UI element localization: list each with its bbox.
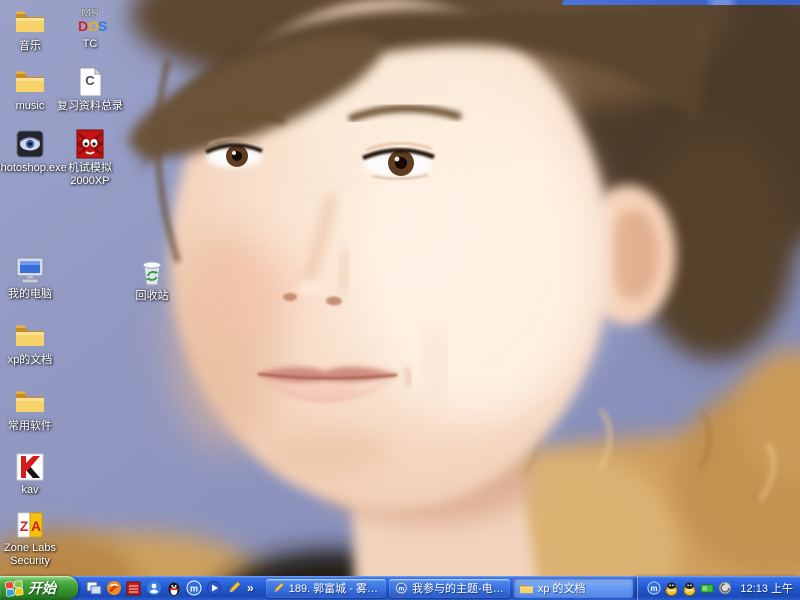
maxthon-icon[interactable]: m [185, 580, 202, 597]
folder-icon [14, 66, 46, 98]
msdos-s-text: S [98, 18, 107, 34]
penguin-tray-icon[interactable] [682, 581, 697, 596]
zone-a-text: A [31, 518, 41, 534]
tray-clock[interactable]: 12:13 上午 [740, 580, 793, 596]
folder-icon [14, 320, 46, 352]
maxthon-letter-text: m [651, 584, 658, 593]
pencil-icon[interactable] [225, 580, 242, 597]
task-button-area: 189. 郭富城 - 雾里... m 我参与的主题-电脑... xp 的文档 [262, 576, 638, 600]
foxmail-icon[interactable] [105, 580, 122, 597]
desktop-icon-recycle-bin[interactable]: 回收站 [120, 254, 184, 303]
maxthon-tray-icon[interactable]: m [647, 581, 661, 595]
desktop-icon-label: Zone Labs Security [0, 542, 62, 567]
qq-icon[interactable] [165, 580, 182, 597]
desktop-icon-label: 机试模拟2000XP [58, 162, 122, 187]
exam-simulator-icon [74, 128, 106, 160]
document-c-icon: C [76, 66, 104, 98]
show-desktop-icon[interactable] [85, 580, 102, 597]
msdos-icon: MS D O S [73, 4, 107, 36]
desktop-icon-label: 回收站 [120, 290, 184, 303]
folder-icon [519, 582, 534, 595]
system-tray: m 12:13 上午 [637, 576, 800, 600]
desktop-icon-label: 复习资料总录 [48, 100, 132, 113]
pencil-icon [272, 581, 285, 595]
svg-text:m: m [399, 585, 405, 592]
desktop-icon-label: TC [58, 38, 122, 51]
desktop-icon-review-notes[interactable]: C 复习资料总录 [48, 64, 132, 113]
offscreen-window-edge [562, 0, 800, 5]
penguin-tray-icon[interactable] [664, 581, 679, 596]
desktop-icon-exam-simulator[interactable]: 机试模拟2000XP [58, 126, 122, 187]
desktop-icon-label: xp的文档 [0, 354, 62, 367]
task-button-label: xp 的文档 [538, 580, 586, 596]
quick-launch-overflow-chevron[interactable]: » [245, 581, 256, 595]
msn-messenger-icon[interactable] [145, 580, 162, 597]
zonealarm-icon: Z A [15, 510, 45, 540]
desktop-icon-label: 音乐 [0, 40, 62, 53]
recycle-bin-icon [137, 256, 167, 288]
task-button-label: 189. 郭富城 - 雾里... [289, 580, 381, 596]
windows-logo-icon [5, 580, 24, 597]
my-computer-icon [13, 254, 47, 286]
maxthon-letter-text: m [189, 584, 197, 594]
desktop-icon-label: kav [0, 484, 62, 497]
red-app-icon[interactable] [125, 580, 142, 597]
task-button-xp-documents[interactable]: xp 的文档 [513, 579, 634, 598]
desktop-icon-common-software[interactable]: 常用软件 [0, 384, 62, 433]
green-status-tray-icon[interactable] [700, 582, 715, 595]
zone-z-text: Z [20, 518, 29, 534]
desktop-icon-label: 常用软件 [0, 420, 62, 433]
task-button-playlist[interactable]: 189. 郭富城 - 雾里... [266, 579, 387, 598]
maxthon-icon: m [395, 581, 408, 595]
task-button-browser-thread[interactable]: m 我参与的主题-电脑... [389, 579, 510, 598]
start-button-label: 开始 [28, 578, 56, 598]
task-button-label: 我参与的主题-电脑... [412, 580, 504, 596]
folder-icon [14, 6, 46, 38]
media-player-icon[interactable] [205, 580, 222, 597]
desktop-icon-my-computer[interactable]: 我的电脑 [0, 252, 62, 301]
screen: 音乐 MS D O S TC music C 复习资料总录 Photoshop.… [0, 0, 800, 600]
desktop-icon-kav[interactable]: kav [0, 448, 62, 497]
desktop-icon-tc[interactable]: MS D O S TC [58, 2, 122, 51]
desktop-icon-label: 我的电脑 [0, 288, 62, 301]
document-letter-text: C [85, 73, 95, 88]
folder-icon [14, 386, 46, 418]
desktop[interactable]: 音乐 MS D O S TC music C 复习资料总录 Photoshop.… [0, 0, 800, 576]
desktop-icon-zonealarm[interactable]: Z A Zone Labs Security [0, 506, 62, 567]
swirl-tray-icon[interactable] [718, 581, 732, 595]
start-button[interactable]: 开始 [0, 576, 78, 600]
desktop-icon-xp-documents[interactable]: xp的文档 [0, 318, 62, 367]
msdos-d-text: D [78, 18, 88, 34]
quick-launch-bar: m » [78, 576, 262, 600]
kaspersky-icon [15, 452, 45, 482]
photoshop-icon [14, 128, 46, 160]
desktop-icon-music-cn[interactable]: 音乐 [0, 4, 62, 53]
taskbar: 开始 m » 189. 郭富城 - 雾里... m 我参与的主题-电脑... x… [0, 576, 800, 600]
